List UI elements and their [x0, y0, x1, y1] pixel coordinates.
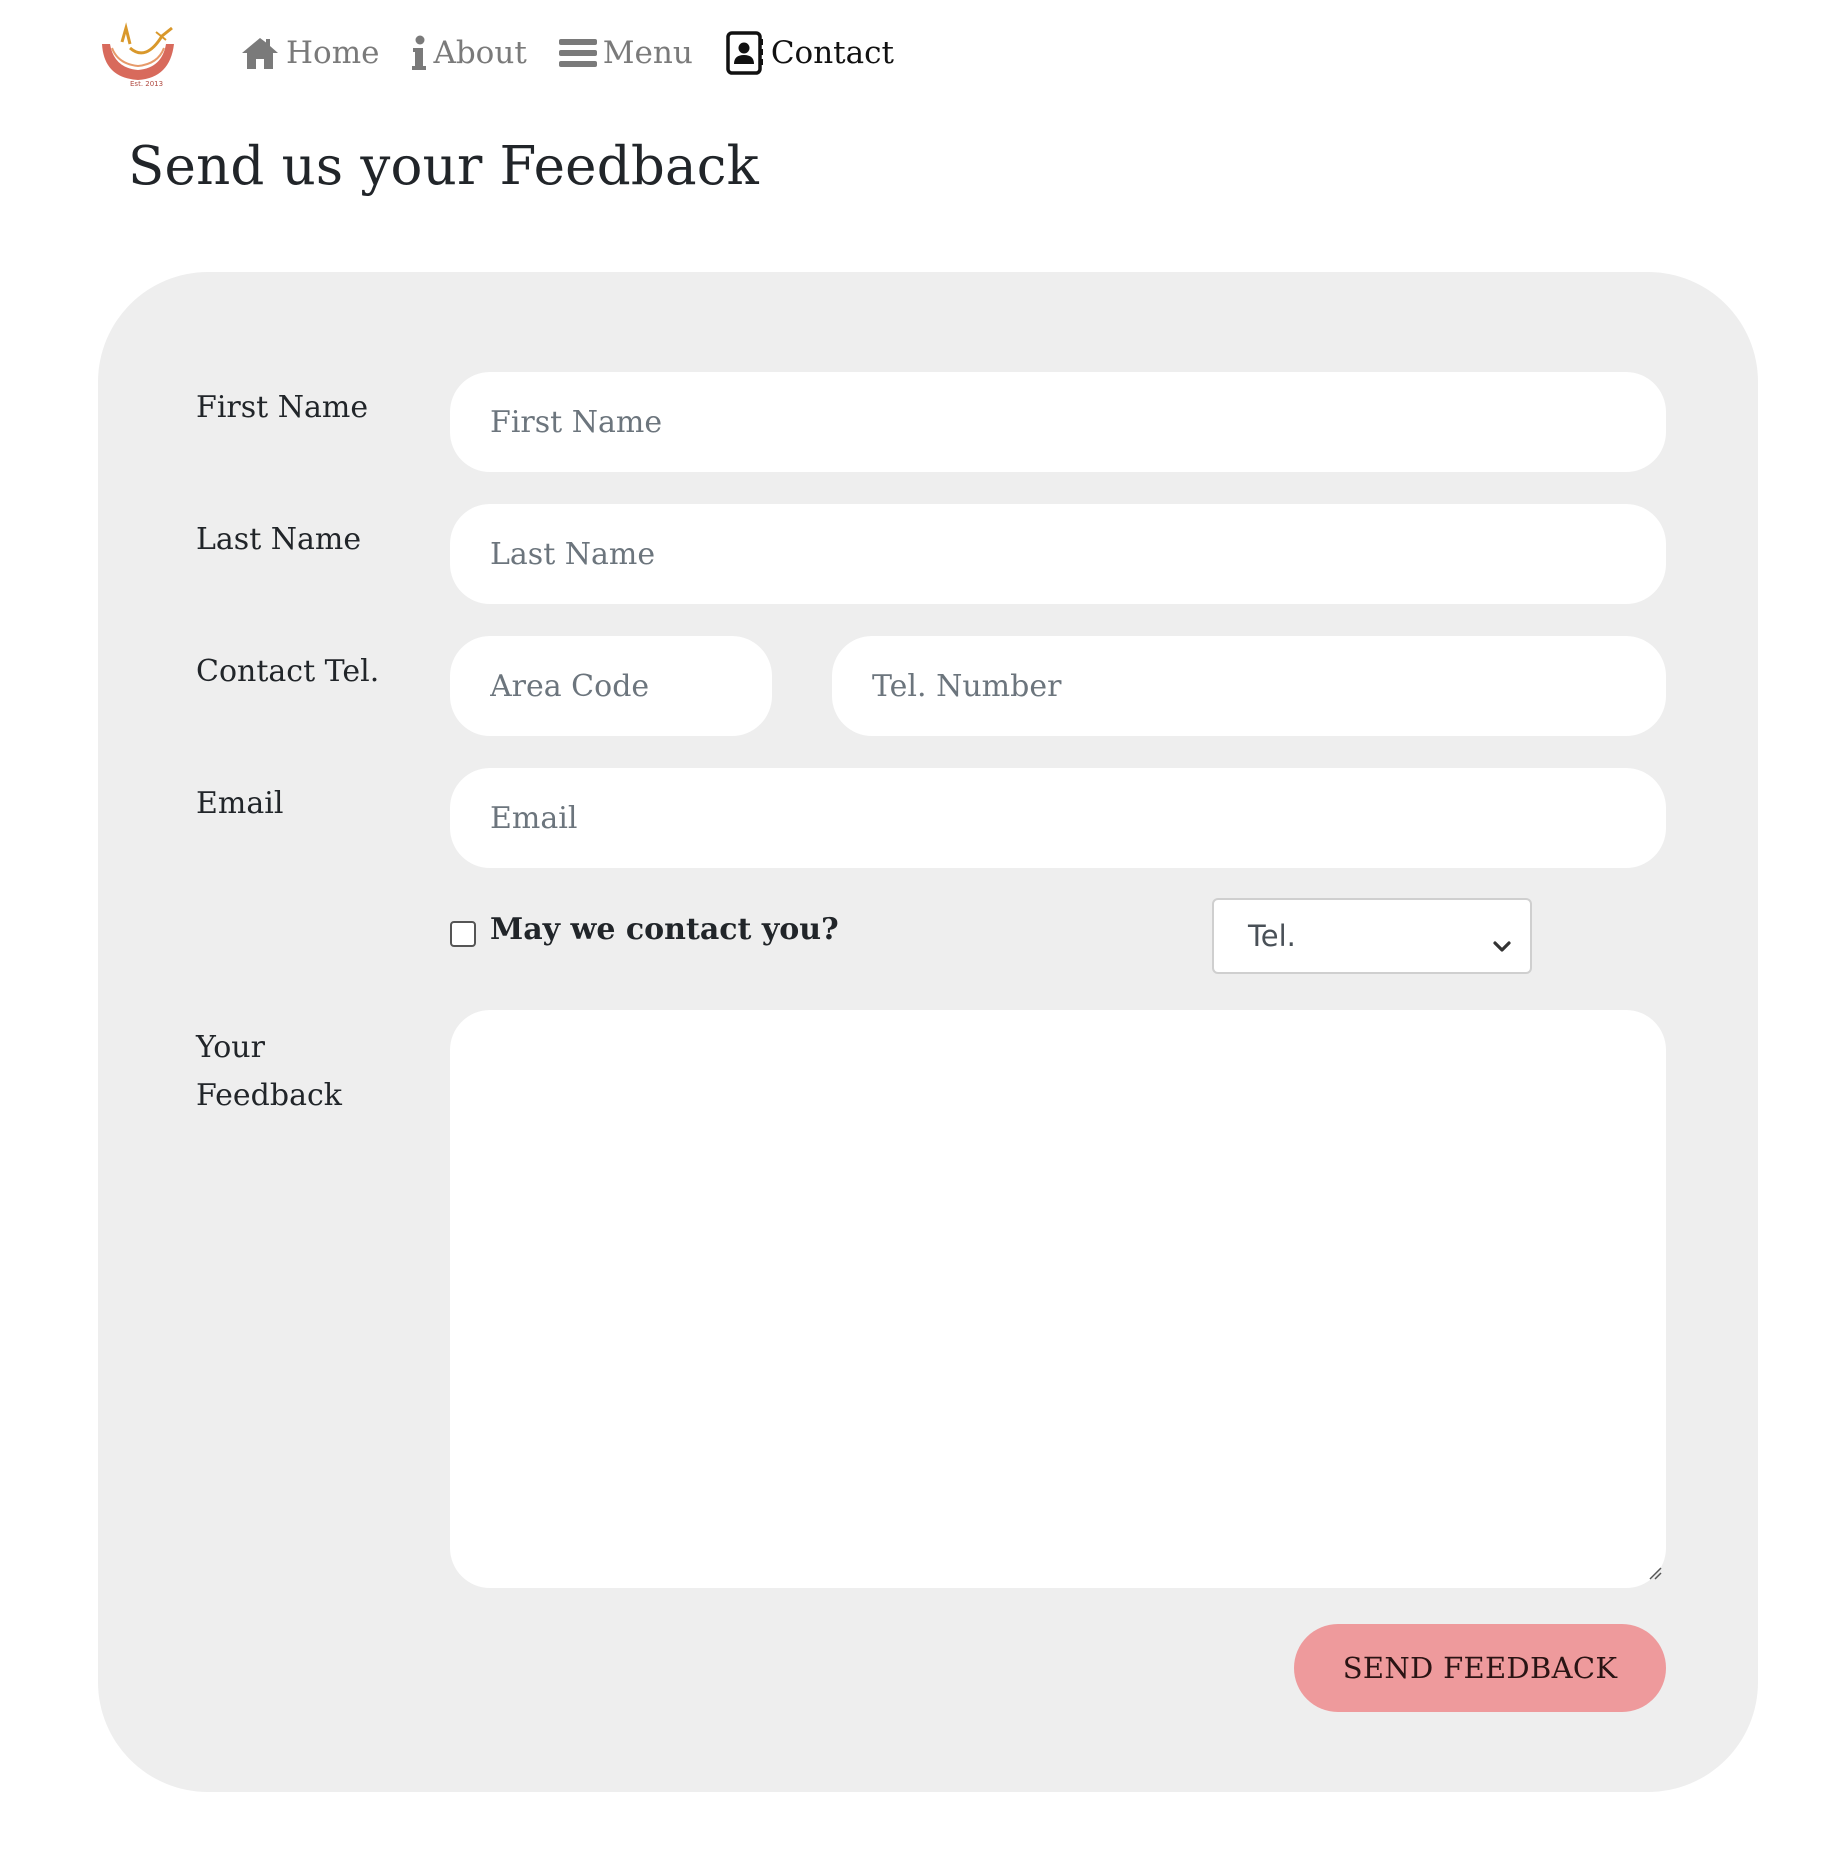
contact-consent-checkbox[interactable]: [450, 921, 476, 947]
resize-grip-icon[interactable]: [1648, 1565, 1662, 1584]
first-name-input[interactable]: [450, 372, 1666, 472]
email-label: Email: [196, 786, 284, 821]
nav-home[interactable]: Home: [240, 35, 379, 71]
feedback-label-line1: Your: [196, 1030, 265, 1065]
tel-number-input[interactable]: [832, 636, 1666, 736]
contact-book-icon: [725, 31, 765, 75]
page-title: Send us your Feedback: [128, 136, 759, 197]
feedback-label: Your Feedback: [196, 1024, 342, 1120]
contact-method-select[interactable]: Tel.: [1212, 898, 1532, 974]
contact-consent-label[interactable]: May we contact you?: [490, 912, 839, 947]
last-name-label: Last Name: [196, 522, 362, 557]
top-navbar: Est. 2013 Home About Menu Contact: [0, 0, 1836, 110]
email-input[interactable]: [450, 768, 1666, 868]
feedback-textarea[interactable]: [450, 1010, 1666, 1588]
first-name-label: First Name: [196, 390, 369, 425]
send-feedback-button[interactable]: SEND FEEDBACK: [1294, 1624, 1666, 1712]
nav-menu-label: Menu: [602, 35, 693, 71]
nav-about[interactable]: About: [411, 35, 527, 71]
nav-contact-label: Contact: [770, 35, 894, 71]
home-icon: [240, 36, 280, 70]
nav-menu[interactable]: Menu: [558, 35, 693, 71]
bars-icon: [558, 37, 597, 69]
restaurant-logo[interactable]: Est. 2013: [96, 22, 182, 88]
nav-home-label: Home: [286, 35, 380, 71]
svg-text:Est. 2013: Est. 2013: [130, 80, 163, 88]
chevron-down-icon: [1492, 927, 1512, 961]
nav-links: Home About Menu Contact: [240, 26, 894, 80]
info-icon: [411, 35, 427, 71]
area-code-input[interactable]: [450, 636, 772, 736]
nav-about-label: About: [433, 35, 527, 71]
last-name-input[interactable]: [450, 504, 1666, 604]
feedback-form: First Name Last Name Contact Tel. Email …: [98, 272, 1758, 1792]
nav-contact[interactable]: Contact: [725, 31, 894, 75]
contact-method-value: Tel.: [1248, 919, 1296, 953]
feedback-label-line2: Feedback: [196, 1078, 342, 1113]
contact-tel-label: Contact Tel.: [196, 654, 380, 689]
